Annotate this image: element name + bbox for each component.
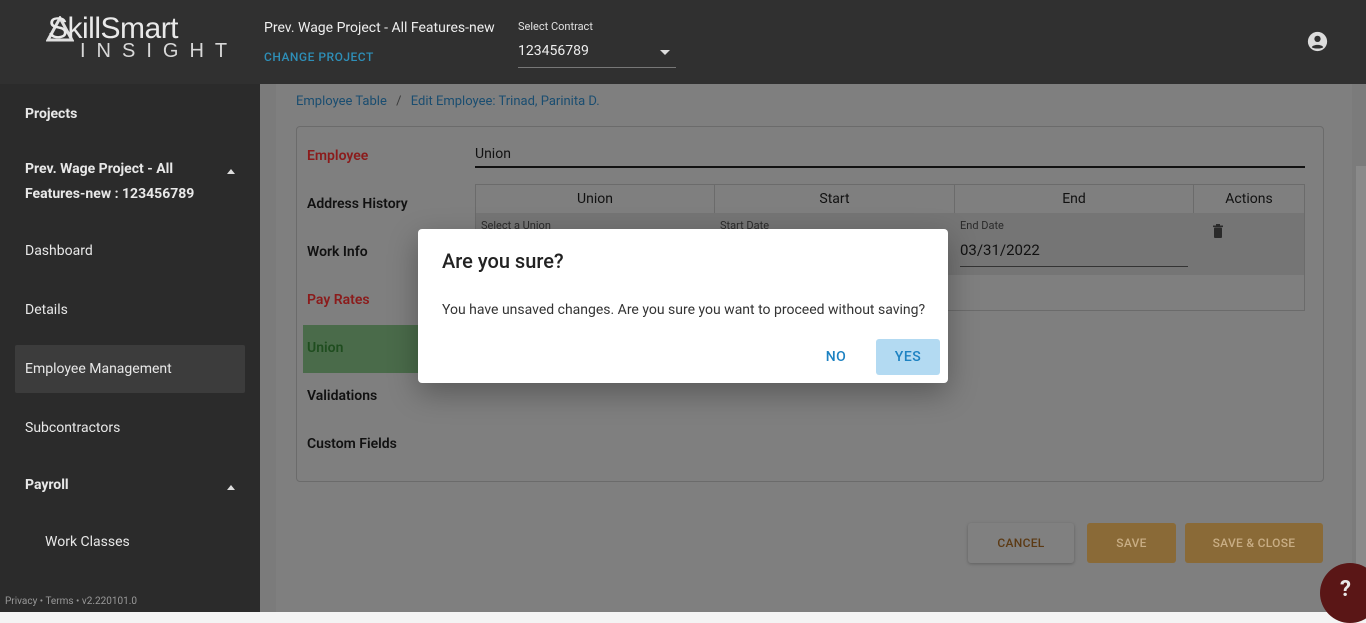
dialog-yes-button[interactable]: YES <box>876 339 940 375</box>
tab-address-history[interactable]: Address History <box>307 196 408 212</box>
breadcrumb-current: Edit Employee: Trinad, Parinita D. <box>410 94 600 109</box>
tab-employee[interactable]: Employee <box>307 148 368 164</box>
tab-pay-rates[interactable]: Pay Rates <box>307 292 370 308</box>
cancel-button[interactable]: CANCEL <box>968 523 1074 563</box>
help-button[interactable]: ? <box>1320 563 1366 623</box>
sidebar: Projects Prev. Wage Project - All Featur… <box>0 84 260 612</box>
breadcrumb: Employee Table / Edit Employee: Trinad, … <box>296 94 600 109</box>
sidebar-item-payroll[interactable]: Payroll <box>25 477 69 493</box>
contract-select[interactable]: 123456789 <box>518 40 676 68</box>
contract-label: Select Contract <box>518 20 593 33</box>
chevron-down-icon <box>660 50 670 55</box>
dialog-no-button[interactable]: NO <box>816 339 856 375</box>
tab-work-info[interactable]: Work Info <box>307 244 368 260</box>
project-name: Prev. Wage Project - All Features-new <box>264 20 495 36</box>
dialog-message: You have unsaved changes. Are you sure y… <box>442 302 926 318</box>
caret-up-icon[interactable] <box>227 485 235 490</box>
confirm-dialog: Are you sure? You have unsaved changes. … <box>418 229 948 383</box>
table-header-end: End <box>955 185 1194 213</box>
breadcrumb-employee-table[interactable]: Employee Table <box>296 94 387 109</box>
breadcrumb-separator: / <box>396 94 402 109</box>
dialog-title: Are you sure? <box>442 249 564 273</box>
save-and-close-button[interactable]: SAVE & CLOSE <box>1185 523 1323 563</box>
sidebar-item-projects[interactable]: Projects <box>25 106 77 122</box>
account-circle-icon[interactable] <box>1307 31 1328 52</box>
caret-up-icon[interactable] <box>227 169 235 174</box>
table-header-start: Start <box>715 185 955 213</box>
footer-links[interactable]: Privacy • Terms • v2.220101.0 <box>5 596 137 607</box>
tab-union[interactable]: Union <box>307 340 343 356</box>
scrollbar[interactable] <box>1356 166 1366 612</box>
save-button[interactable]: SAVE <box>1087 523 1176 563</box>
sidebar-item-dashboard[interactable]: Dashboard <box>25 243 93 259</box>
union-title-underline <box>475 166 1305 168</box>
end-date-label: End Date <box>960 219 1004 232</box>
table-header-actions: Actions <box>1225 191 1273 207</box>
sidebar-project-line1[interactable]: Prev. Wage Project - All <box>25 161 173 177</box>
sidebar-item-details[interactable]: Details <box>25 302 68 318</box>
end-date-field[interactable]: 03/31/2022 <box>960 241 1040 259</box>
sidebar-project-line2[interactable]: Features-new : 123456789 <box>25 186 194 202</box>
tab-validations[interactable]: Validations <box>307 388 377 404</box>
sidebar-item-work-classes[interactable]: Work Classes <box>45 534 130 550</box>
end-date-underline <box>960 266 1188 267</box>
tab-custom-fields[interactable]: Custom Fields <box>307 436 397 452</box>
sidebar-item-employee-management[interactable]: Employee Management <box>25 361 172 377</box>
top-bar: SkillSmart INSIGHT Prev. Wage Project - … <box>0 0 1366 84</box>
change-project-link[interactable]: CHANGE PROJECT <box>264 50 374 64</box>
sidebar-item-subcontractors[interactable]: Subcontractors <box>25 420 120 436</box>
trash-icon[interactable] <box>1213 224 1223 238</box>
union-section-title: Union <box>475 146 511 162</box>
table-header-union: Union <box>476 185 715 213</box>
contract-value: 123456789 <box>518 43 589 59</box>
logo-subtext: INSIGHT <box>80 40 239 62</box>
